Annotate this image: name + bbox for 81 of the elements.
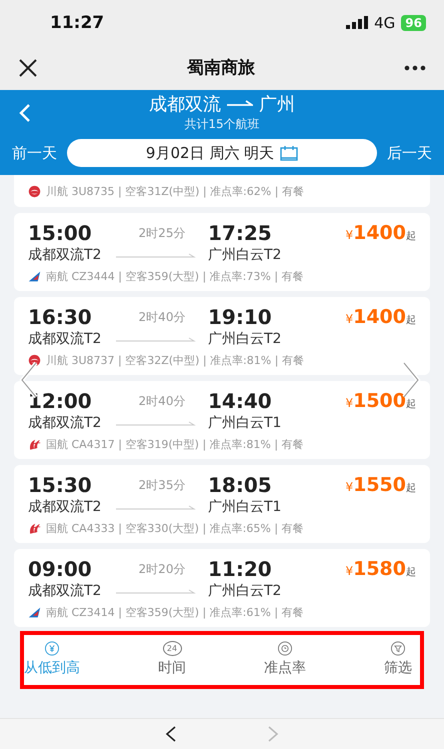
- currency-symbol: ¥: [345, 396, 354, 410]
- calendar-icon: [280, 145, 298, 161]
- price-suffix: 起: [406, 482, 416, 495]
- signal-icon: [346, 16, 368, 29]
- phoenix-logo-icon: [28, 522, 41, 535]
- previous-day-button[interactable]: 前一天: [12, 144, 57, 162]
- flight-details: 南航 CZ3444 | 空客359(大型) | 准点率:73% | 有餐: [46, 269, 304, 284]
- sort-tab[interactable]: 24 时间: [158, 641, 186, 677]
- departure-time: 16:30: [28, 305, 93, 329]
- flight-details: 川航 3U8737 | 空客32Z(中型) | 准点率:81% | 有餐: [46, 353, 304, 368]
- departure-airport: 成都双流T2: [28, 246, 102, 264]
- date-selector[interactable]: 9月02日 周六 明天: [67, 139, 377, 167]
- clock-time: 11:27: [50, 12, 106, 32]
- back-icon[interactable]: [18, 102, 32, 122]
- bird-logo-icon: [28, 354, 41, 367]
- page-title: 蜀南商旅: [186, 57, 256, 79]
- price-suffix: 起: [406, 314, 416, 327]
- bird-logo-icon: [28, 185, 41, 198]
- price-suffix: 起: [406, 566, 416, 579]
- arrival-airport: 广州白云T2: [208, 582, 282, 600]
- flight-details: 国航 CA4333 | 空客330(大型) | 准点率:65% | 有餐: [46, 521, 304, 536]
- price: 1550: [353, 474, 406, 496]
- close-icon[interactable]: [18, 58, 38, 78]
- flight-duration: 2时40分: [138, 308, 186, 326]
- departure-airport: 成都双流T2: [28, 582, 102, 600]
- more-icon[interactable]: [404, 64, 426, 70]
- currency-symbol: ¥: [345, 312, 354, 326]
- departure-time: 09:00: [28, 557, 93, 581]
- arrival-time: 19:10: [208, 305, 273, 329]
- flight-card[interactable]: 09:00 2时20分 11:20 ¥1580起 成都双流T2 广州白云T2 南航 CZ3414 | 空客359(大型) | 准点率:61% | 有餐: [14, 549, 430, 627]
- wing-logo-icon: [28, 270, 41, 283]
- flight-duration: 2时25分: [138, 224, 186, 242]
- flight-card[interactable]: 12:00 2时40分 14:40 ¥1500起 成都双流T2 广州白云T1 国航 CA4317 | 空客319(中型) | 准点率:81% | 有餐: [14, 381, 430, 459]
- hours-icon: 24: [162, 641, 182, 656]
- sort-tab[interactable]: 准点率: [264, 641, 306, 677]
- wing-logo-icon: [28, 606, 41, 619]
- filter-icon: [388, 641, 408, 656]
- route-destination: 广州: [259, 93, 295, 116]
- battery-indicator: 96: [401, 14, 426, 30]
- flight-details: 南航 CZ3414 | 空客359(大型) | 准点率:61% | 有餐: [46, 605, 304, 620]
- price-suffix: 起: [406, 398, 416, 411]
- price: 1580: [353, 558, 406, 580]
- flight-duration: 2时20分: [138, 560, 186, 578]
- currency-symbol: ¥: [345, 228, 354, 242]
- phoenix-logo-icon: [28, 438, 41, 451]
- flight-duration: 2时35分: [138, 476, 186, 494]
- arrival-airport: 广州白云T2: [208, 246, 282, 264]
- clock-icon: [275, 641, 295, 656]
- price-suffix: 起: [406, 230, 416, 243]
- arrival-time: 17:25: [208, 221, 273, 245]
- arrival-time: 18:05: [208, 473, 273, 497]
- departure-time: 15:00: [28, 221, 93, 245]
- departure-time: 12:00: [28, 389, 93, 413]
- next-day-button[interactable]: 后一天: [387, 144, 432, 162]
- arrival-airport: 广州白云T2: [208, 330, 282, 348]
- currency-symbol: ¥: [345, 480, 354, 494]
- departure-airport: 成都双流T2: [28, 414, 102, 432]
- flight-card[interactable]: 15:00 2时25分 17:25 ¥1400起 成都双流T2 广州白云T2 南航 CZ3444 | 空客359(大型) | 准点率:73% | 有餐: [14, 213, 430, 291]
- price: 1400: [353, 306, 406, 328]
- arrival-airport: 广州白云T1: [208, 414, 282, 432]
- arrival-time: 11:20: [208, 557, 273, 581]
- sort-tab[interactable]: 筛选: [384, 641, 412, 677]
- departure-airport: 成都双流T2: [28, 330, 102, 348]
- flight-card[interactable]: 16:30 2时40分 19:10 ¥1400起 成都双流T2 广州白云T2 川航 3U8737 | 空客32Z(中型) | 准点率:81% | 有餐: [14, 297, 430, 375]
- price: 1400: [353, 222, 406, 244]
- departure-airport: 成都双流T2: [28, 498, 102, 516]
- route-origin: 成都双流: [149, 93, 221, 116]
- flight-count: 共计15个航班: [184, 116, 260, 133]
- departure-time: 15:30: [28, 473, 93, 497]
- flight-details: 川航 3U8735 | 空客31Z(中型) | 准点率:62% | 有餐: [46, 184, 304, 199]
- yen-icon: [42, 641, 62, 656]
- price: 1500: [353, 390, 406, 412]
- network-label: 4G: [374, 14, 396, 32]
- arrival-time: 14:40: [208, 389, 273, 413]
- browser-back-icon[interactable]: [165, 726, 177, 742]
- flight-duration: 2时40分: [138, 392, 186, 410]
- sort-tab[interactable]: 从低到高: [24, 641, 80, 677]
- flight-details: 国航 CA4317 | 空客319(中型) | 准点率:81% | 有餐: [46, 437, 304, 452]
- flight-card[interactable]: 15:30 2时35分 18:05 ¥1550起 成都双流T2 广州白云T1 国航 CA4333 | 空客330(大型) | 准点率:65% | 有餐: [14, 465, 430, 543]
- currency-symbol: ¥: [345, 564, 354, 578]
- arrival-airport: 广州白云T1: [208, 498, 282, 516]
